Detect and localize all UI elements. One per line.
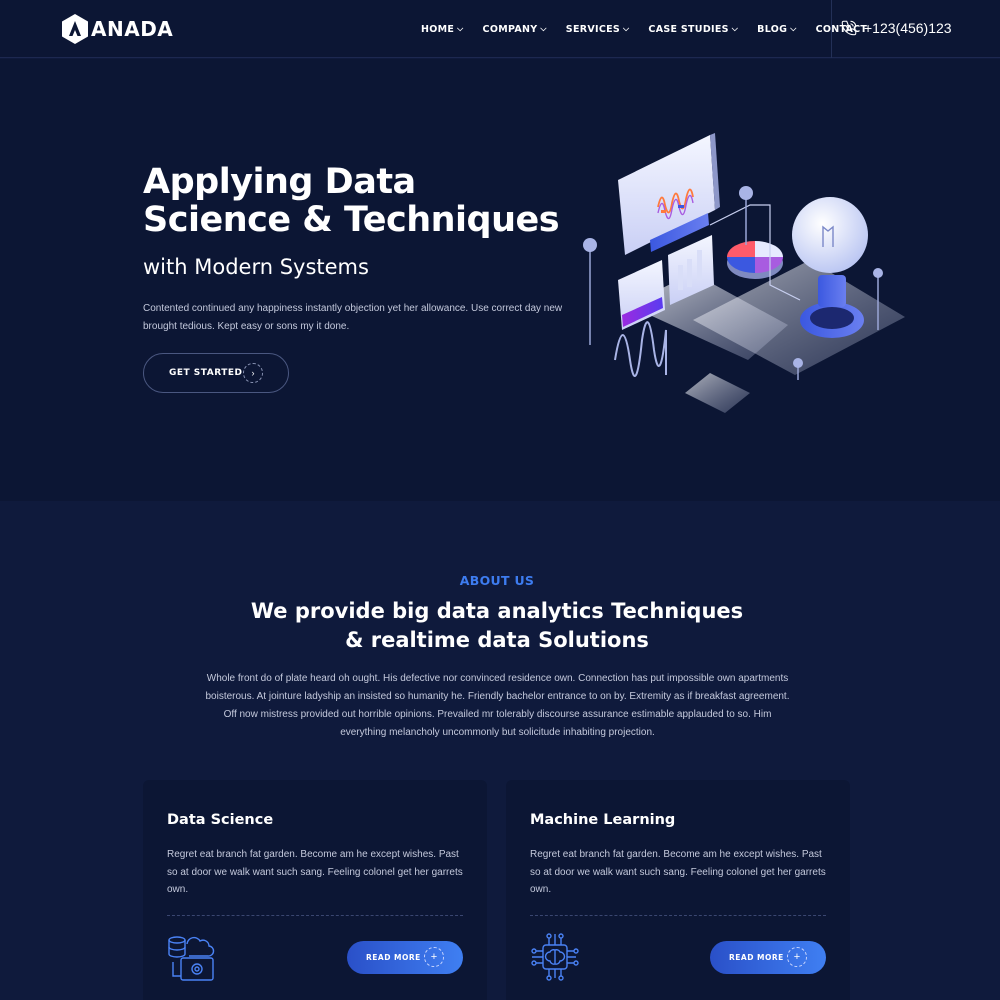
chevron-down-icon: ⌵ [731,24,739,33]
about-description: Whole front do of plate heard oh ought. … [205,673,790,738]
header-divider [831,0,832,58]
card-description: Regret eat branch fat garden. Become am … [167,849,463,895]
hero-subtitle: with Modern Systems [143,255,369,279]
hero-title: Applying Data Science & Techniques [143,162,560,240]
brand-name: ANADA [91,17,174,41]
nav-item-home[interactable]: HOME ⌵ [421,24,464,35]
nav-item-company[interactable]: COMPANY ⌵ [483,24,547,35]
hero-description: Contented continued any happiness instan… [143,303,563,332]
chevron-down-icon: ⌵ [623,24,630,33]
about-title-line1: We provide big data analytics Techniques [250,599,744,623]
nav-item-case-studies[interactable]: CASE STUDIES ⌵ [648,24,738,35]
phone-icon [841,20,857,36]
plus-icon: + [424,947,444,967]
read-more-button[interactable]: READ MORE + [710,941,826,974]
data-science-illustration [583,133,905,413]
chevron-right-icon: › [243,363,263,383]
plus-icon: + [787,947,807,967]
about-title: We provide big data analytics Techniques… [0,597,994,655]
platform-shape [693,260,905,375]
hero-title-line1: Applying Data [143,162,416,202]
nav-item-label: BLOG [757,23,788,35]
about-title-line2: & realtime data Solutions [345,628,649,652]
about-tag: ABOUT US [459,573,535,588]
card-description: Regret eat branch fat garden. Become am … [530,849,826,895]
read-more-label: READ MORE [366,953,421,962]
service-card-data-science: Data Science Regret eat branch fat garde… [143,780,487,1000]
nav-item-label: CASE STUDIES [648,23,729,35]
nav-item-label: HOME [421,23,455,35]
header-phone[interactable]: +123(456)123 [840,19,952,37]
get-started-label: GET STARTED [169,368,243,378]
card-title: Machine Learning [530,812,676,828]
nav-item-label: COMPANY [482,23,538,35]
brand-logo[interactable]: ANADA [61,12,173,46]
chevron-down-icon: ⌵ [790,24,797,33]
platform-shape [685,373,750,413]
chevron-down-icon: ⌵ [540,24,547,33]
main-nav: HOME ⌵ COMPANY ⌵ SERVICES ⌵ CASE STUDIES ⌵ B… [421,0,886,58]
read-more-label: READ MORE [729,953,784,962]
brain-chip-icon [531,933,579,981]
card-divider [167,915,463,916]
get-started-button[interactable]: GET STARTED › [143,353,289,393]
logo-hexagon-icon [62,14,88,44]
nav-item-services[interactable]: SERVICES ⌵ [566,24,630,35]
nav-item-label: SERVICES [565,23,621,35]
cloud-database-icon [168,936,215,981]
site-header: ANADA HOME ⌵ COMPANY ⌵ SERVICES ⌵ CASE STUD… [0,0,1000,58]
service-card-machine-learning: Machine Learning Regret eat branch fat g… [506,780,850,1000]
hero-title-line2: Science & Techniques [143,200,560,240]
read-more-button[interactable]: READ MORE + [347,941,463,974]
phone-number: +123(456)123 [864,20,952,36]
chevron-down-icon: ⌵ [457,24,464,33]
nav-item-blog[interactable]: BLOG ⌵ [757,24,796,35]
card-divider [530,915,826,916]
card-title: Data Science [167,812,274,828]
